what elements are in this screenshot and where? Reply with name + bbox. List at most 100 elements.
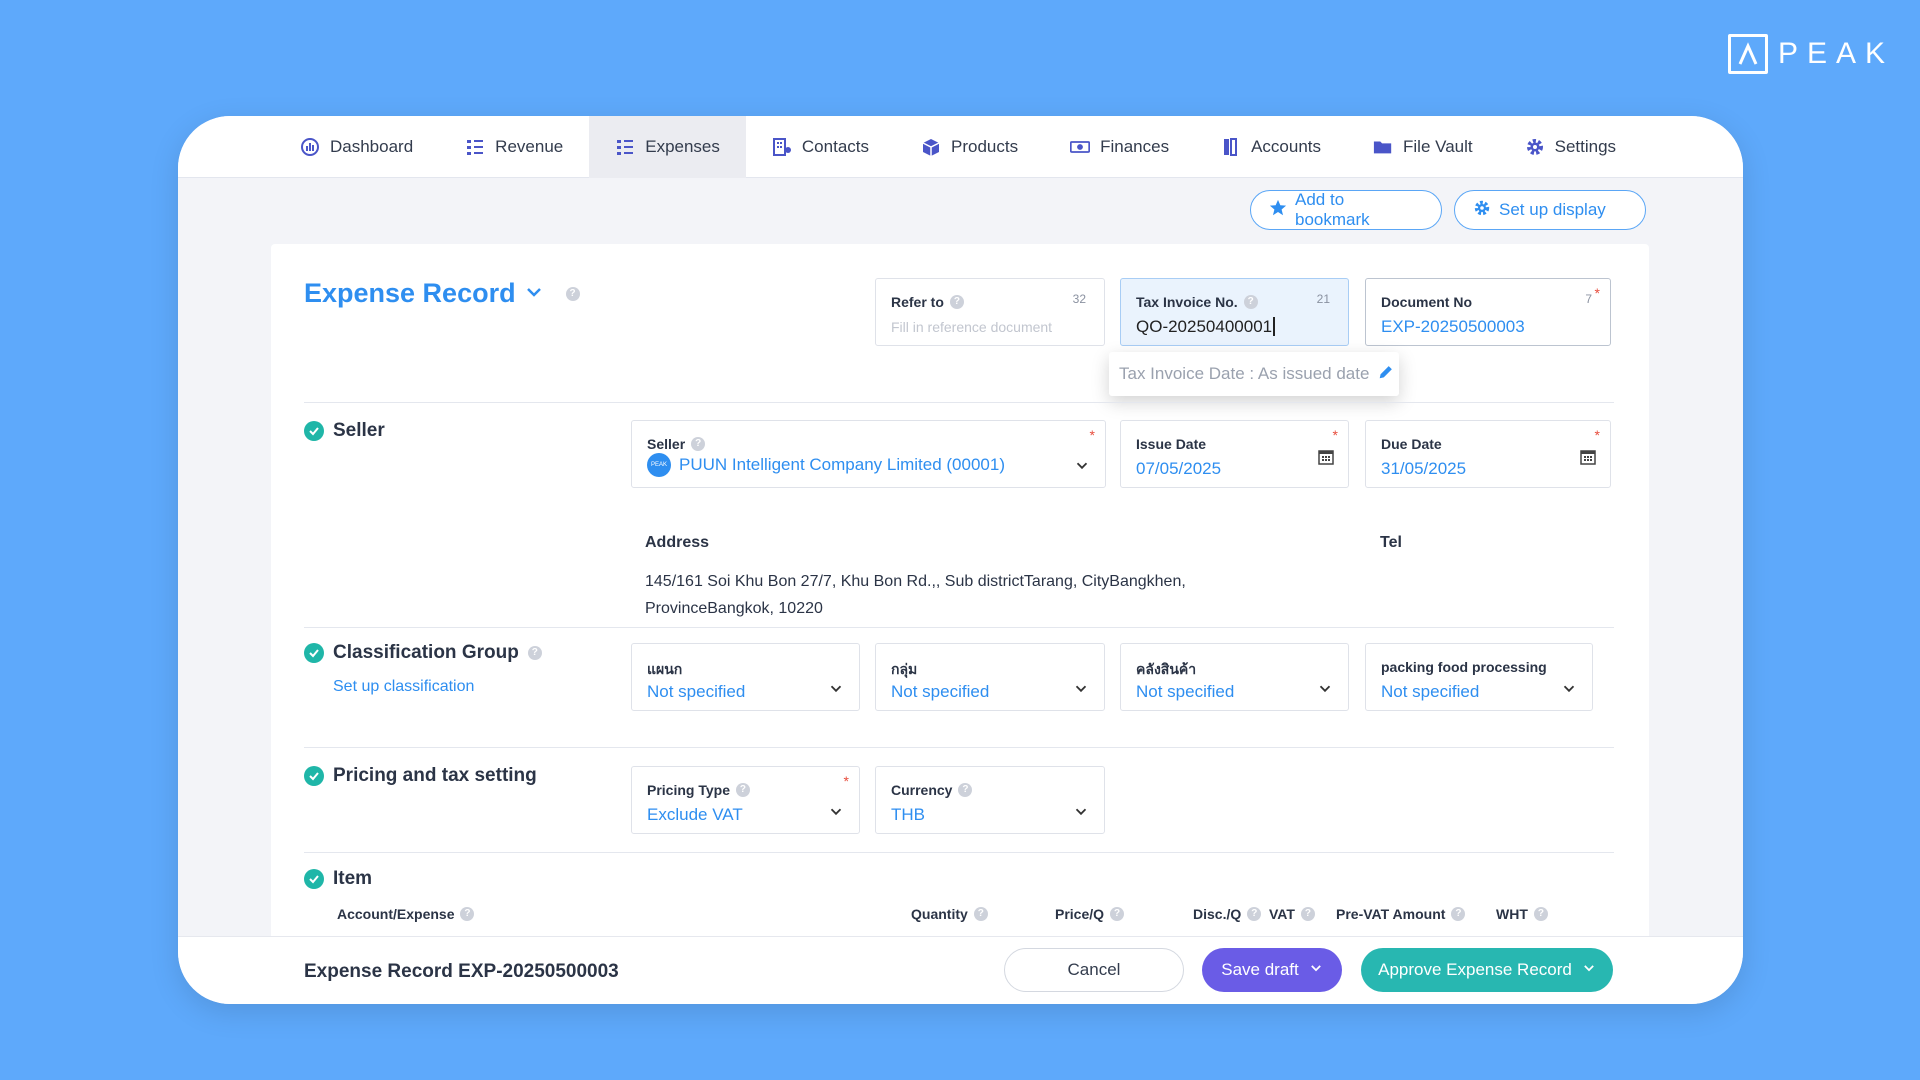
pricing-type-value: Exclude VAT [647,805,743,824]
peak-logo-text: PEAK [1778,37,1895,70]
refer-to-placeholder: Fill in reference document [891,319,1053,335]
save-draft-label: Save draft [1221,960,1299,979]
help-icon[interactable]: ? [1110,907,1125,921]
help-icon[interactable]: ? [460,907,475,921]
classification-section-header: Classification Group ? [304,642,542,664]
tax-invoice-input[interactable]: QO-20250400001 [1136,317,1276,337]
help-icon[interactable]: ? [958,783,973,797]
nav-item-file-vault[interactable]: File Vault [1347,116,1499,178]
nav-label: Expenses [645,137,720,156]
due-date-value: 31/05/2025 [1381,459,1467,478]
required-marker: * [1089,427,1095,443]
peak-logo-mark [1728,34,1768,74]
refer-to-label: Refer to? [891,294,964,310]
bookmark-label: Add to bookmark [1295,190,1370,229]
tax-invoice-label: Tax Invoice No.? [1136,294,1258,310]
help-icon[interactable]: ? [565,286,580,301]
help-icon[interactable]: ? [1247,907,1262,921]
help-icon[interactable]: ? [527,646,542,660]
document-no-field[interactable]: Document No 7 * EXP-20250500003 [1365,278,1611,346]
seller-value: PEAK PUUN Intelligent Company Limited (0… [647,453,1005,477]
set-up-display-button[interactable]: Set up display [1454,190,1646,230]
required-marker: * [1594,285,1600,301]
required-marker: * [843,773,849,789]
record-summary-title: Expense Record EXP-20250500003 [304,961,619,982]
nav-item-settings[interactable]: Settings [1499,116,1642,178]
help-icon[interactable]: ? [691,437,706,451]
currency-select[interactable]: Currency? THB [875,766,1105,834]
help-icon[interactable]: ? [1451,907,1466,921]
issue-date-label: Issue Date [1136,436,1207,452]
chevron-down-icon [827,680,845,698]
pricing-type-select[interactable]: Pricing Type? * Exclude VAT [631,766,860,834]
page-title[interactable]: Expense Record ? [304,278,580,309]
help-icon[interactable]: ? [1300,907,1315,921]
required-marker: * [1332,427,1338,443]
divider [304,627,1614,628]
seller-avatar: PEAK [647,453,671,477]
required-marker: * [1594,427,1600,443]
chevron-down-icon [1316,680,1334,698]
bottom-action-bar: Expense Record EXP-20250500003 Cancel Sa… [178,936,1743,1004]
pencil-icon[interactable] [1377,363,1395,386]
refer-to-char-count: 32 [1072,292,1086,306]
address-line-2: ProvinceBangkok, 10220 [645,600,823,617]
nav-label: Accounts [1251,137,1322,156]
column-header-quantity: Quantity? [911,906,988,922]
chevron-down-icon [524,278,544,309]
calendar-icon[interactable] [1580,449,1596,465]
classification-label: packing food processing [1381,659,1547,675]
help-icon[interactable]: ? [1533,907,1548,921]
folder-icon [1373,137,1393,157]
tax-invoice-date-tooltip[interactable]: Tax Invoice Date : As issued date [1109,352,1399,396]
classification-label: คลังสินค้า [1136,661,1197,677]
nav-item-finances[interactable]: Finances [1044,116,1195,178]
set-up-classification-link[interactable]: Set up classification [333,678,474,696]
seller-select[interactable]: Seller? * PEAK PUUN Intelligent Company … [631,420,1106,488]
classification-select-packing[interactable]: packing food processing Not specified [1365,643,1593,711]
classification-value: Not specified [891,682,990,701]
document-no-value: EXP-20250500003 [1381,317,1525,336]
help-icon[interactable]: ? [949,295,964,309]
column-header-vat: VAT? [1269,906,1315,922]
classification-select-warehouse[interactable]: คลังสินค้า Not specified [1120,643,1349,711]
revenue-icon [465,137,485,157]
nav-item-products[interactable]: Products [895,116,1044,178]
chevron-down-icon [1560,680,1578,698]
pricing-section-header: Pricing and tax setting [304,765,537,787]
products-icon [921,137,941,157]
help-icon[interactable]: ? [973,907,988,921]
chevron-down-icon [1072,680,1090,698]
help-icon[interactable]: ? [735,783,750,797]
currency-label: Currency? [891,782,973,798]
chevron-down-icon [1072,803,1090,821]
peak-logo: PEAK [1728,34,1894,74]
calendar-icon[interactable] [1318,449,1334,465]
classification-label: แผนก [647,661,683,677]
due-date-field[interactable]: Due Date * 31/05/2025 [1365,420,1611,488]
classification-select-group[interactable]: กลุ่ม Not specified [875,643,1105,711]
add-to-bookmark-button[interactable]: Add to bookmark [1250,190,1442,230]
nav-item-contacts[interactable]: Contacts [746,116,895,178]
check-circle-icon [304,766,324,786]
approve-expense-record-button[interactable]: Approve Expense Record [1361,948,1613,992]
nav-item-accounts[interactable]: Accounts [1195,116,1347,178]
currency-value: THB [891,805,925,824]
tax-invoice-field[interactable]: Tax Invoice No.? 21 QO-20250400001 [1120,278,1349,346]
tax-invoice-char-count: 21 [1316,292,1330,306]
nav-item-expenses[interactable]: Expenses [589,116,746,178]
tel-label: Tel [1380,534,1402,551]
issue-date-field[interactable]: Issue Date * 07/05/2025 [1120,420,1349,488]
help-icon[interactable]: ? [1243,295,1258,309]
approve-label: Approve Expense Record [1378,960,1572,979]
save-draft-button[interactable]: Save draft [1202,948,1342,992]
refer-to-field[interactable]: Refer to? 32 Fill in reference document [875,278,1105,346]
column-header-price: Price/Q? [1055,906,1125,922]
item-section-header: Item [304,868,372,890]
cancel-button[interactable]: Cancel [1004,948,1184,992]
column-header-pre-vat: Pre-VAT Amount? [1336,906,1466,922]
cancel-label: Cancel [1067,960,1121,979]
nav-item-dashboard[interactable]: Dashboard [274,116,439,178]
nav-item-revenue[interactable]: Revenue [439,116,589,178]
classification-select-department[interactable]: แผนก Not specified [631,643,860,711]
